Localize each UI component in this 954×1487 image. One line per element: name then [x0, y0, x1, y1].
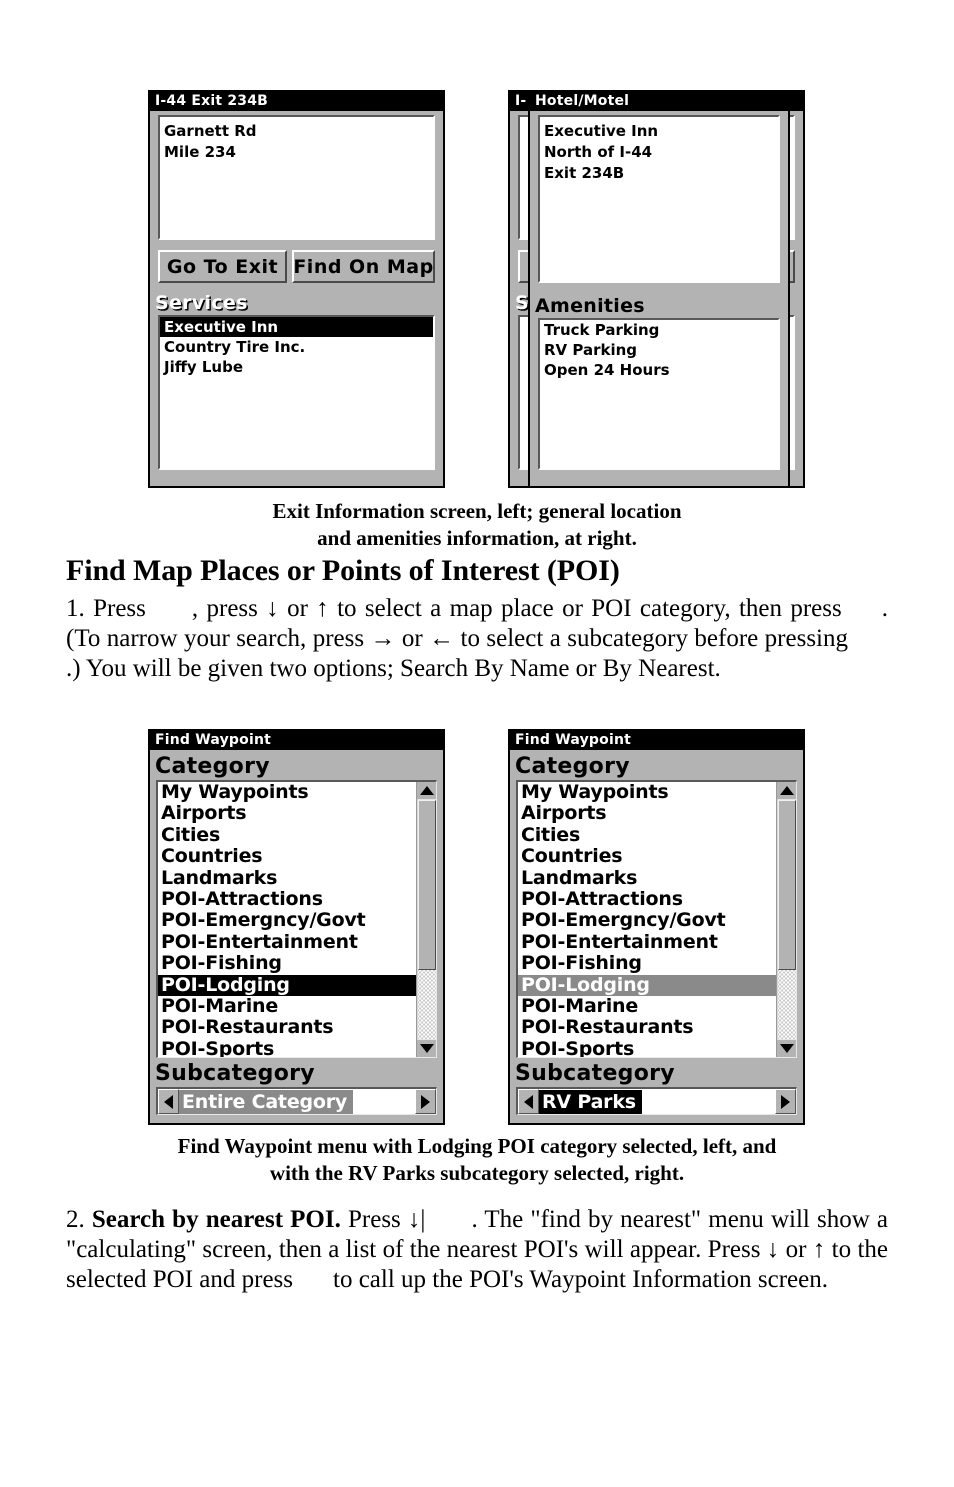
scroll-down-arrow-icon[interactable] [777, 1040, 796, 1057]
paragraph-find-poi: 1. Press , press ↓ or ↑ to select a map p… [66, 594, 888, 684]
services-list[interactable]: Executive Inn Country Tire Inc. Jiffy Lu… [158, 315, 435, 470]
category-list-item[interactable]: POI-Marine [158, 995, 436, 1017]
category-label: Category [510, 753, 803, 780]
subcategory-next-arrow-icon[interactable] [775, 1089, 796, 1114]
find-on-map-button[interactable]: Find On Map [292, 250, 435, 283]
category-list-item-selected[interactable]: POI-Lodging [518, 974, 779, 997]
amenities-section-label: Amenities [530, 294, 788, 318]
para1-part4: .) You will be given two options; Search… [66, 655, 721, 682]
amenity-list-item: Truck Parking [544, 321, 660, 339]
subcategory-next-arrow-icon[interactable] [415, 1089, 436, 1114]
para2-part2: Press ↓| [348, 1206, 426, 1233]
go-to-exit-button[interactable]: Go To Exit [158, 250, 287, 283]
category-list-item[interactable]: Countries [158, 845, 436, 867]
category-label: Category [150, 753, 443, 780]
service-list-item[interactable]: Executive Inn [160, 317, 433, 337]
category-list-item[interactable]: POI-Restaurants [158, 1017, 436, 1039]
category-list-item[interactable]: POI-Emergncy/Govt [158, 910, 436, 932]
category-list-item[interactable]: Cities [518, 824, 796, 846]
subcategory-label: Subcategory [510, 1060, 803, 1087]
para2-part1: 2. [66, 1206, 85, 1233]
category-list-item[interactable]: POI-Fishing [158, 952, 436, 974]
amenity-list-item: Open 24 Hours [544, 361, 670, 379]
exit-info-line: Garnett Rd [164, 122, 257, 140]
category-scrollbar[interactable] [776, 782, 796, 1057]
category-list-item[interactable]: Cities [158, 824, 436, 846]
exit-info-line: Mile 234 [164, 143, 236, 161]
hotel-motel-titlebar: Hotel/Motel [530, 92, 788, 111]
figure1-caption-line2: and amenities information, at right. [317, 526, 637, 550]
category-list-item[interactable]: Landmarks [518, 867, 796, 889]
hotel-motel-detail-screen: Hotel/Motel Executive Inn North of I-44 … [528, 90, 790, 488]
para2-bold-lead: Search by nearest POI. [91, 1206, 341, 1233]
category-listbox[interactable]: My Waypoints Airports Cities Countries L… [516, 780, 797, 1058]
figure1-caption-line1: Exit Information screen, left; general l… [272, 499, 682, 523]
category-list-item[interactable]: POI-Sports [158, 1038, 436, 1057]
hotel-info-line: Exit 234B [544, 164, 625, 182]
category-list-item[interactable]: POI-Marine [518, 995, 796, 1017]
find-waypoint-titlebar: Find Waypoint [150, 731, 443, 750]
category-list-item[interactable]: POI-Entertainment [158, 931, 436, 953]
service-list-item[interactable]: Jiffy Lube [160, 357, 433, 377]
subcategory-prev-arrow-icon[interactable] [158, 1089, 179, 1114]
subcategory-prev-arrow-icon[interactable] [518, 1089, 539, 1114]
category-list-item-selected[interactable]: POI-Lodging [158, 974, 419, 997]
amenity-list-item: RV Parking [544, 341, 638, 359]
category-listbox[interactable]: My Waypoints Airports Cities Countries L… [156, 780, 437, 1058]
exit-screen-titlebar: I-44 Exit 234B [150, 92, 443, 111]
find-waypoint-screen-right: Find Waypoint Category My Waypoints Airp… [508, 729, 805, 1125]
para2-part4: to call up the POI's Waypoint Informatio… [333, 1266, 828, 1293]
scrollbar-thumb[interactable] [418, 800, 436, 970]
scroll-down-arrow-icon[interactable] [417, 1040, 436, 1057]
category-list-item[interactable]: My Waypoints [158, 782, 436, 803]
category-list-item[interactable]: POI-Attractions [158, 888, 436, 910]
scroll-up-arrow-icon[interactable] [777, 782, 796, 799]
subcategory-label: Subcategory [150, 1060, 443, 1087]
amenities-list: Truck Parking RV Parking Open 24 Hours [538, 318, 780, 470]
category-list-item[interactable]: POI-Emergncy/Govt [518, 910, 796, 932]
subcategory-spinner[interactable]: Entire Category [156, 1087, 437, 1115]
figure2-caption-line2: with the RV Parks subcategory selected, … [269, 1161, 685, 1185]
find-waypoint-titlebar: Find Waypoint [510, 731, 803, 750]
category-list-item[interactable]: POI-Entertainment [518, 931, 796, 953]
section-heading: Find Map Places or Points of Interest (P… [66, 554, 620, 587]
category-list-item[interactable]: POI-Attractions [518, 888, 796, 910]
exit-info-field: Garnett Rd Mile 234 [158, 115, 435, 240]
category-list-item[interactable]: Airports [158, 802, 436, 824]
para1-part1: 1. Press [66, 595, 146, 622]
category-list-item[interactable]: POI-Fishing [518, 952, 796, 974]
scroll-up-arrow-icon[interactable] [417, 782, 436, 799]
hotel-info-line: North of I-44 [544, 143, 653, 161]
hotel-info-field: Executive Inn North of I-44 Exit 234B [538, 115, 780, 283]
figure2-caption: Find Waypoint menu with Lodging POI cate… [77, 1133, 877, 1187]
para1-part2: , press ↓ or ↑ to select a map place or … [191, 595, 842, 622]
category-list-item[interactable]: My Waypoints [518, 782, 796, 803]
category-list-item[interactable]: Landmarks [158, 867, 436, 889]
category-list-item[interactable]: POI-Sports [518, 1038, 796, 1057]
subcategory-value-wrap[interactable]: Entire Category [179, 1089, 415, 1114]
figure1-caption: Exit Information screen, left; general l… [77, 498, 877, 552]
figure2-caption-line1: Find Waypoint menu with Lodging POI cate… [177, 1134, 777, 1158]
category-scrollbar[interactable] [416, 782, 436, 1057]
category-list-item[interactable]: POI-Restaurants [518, 1017, 796, 1039]
service-list-item[interactable]: Country Tire Inc. [160, 337, 433, 357]
subcategory-value[interactable]: RV Parks [539, 1089, 642, 1114]
services-section-label: Services [150, 291, 443, 315]
exit-information-screen: I-44 Exit 234B Garnett Rd Mile 234 Go To… [148, 90, 445, 488]
category-list-item[interactable]: Countries [518, 845, 796, 867]
subcategory-value[interactable]: Entire Category [179, 1089, 354, 1114]
find-waypoint-screen-left: Find Waypoint Category My Waypoints Airp… [148, 729, 445, 1125]
subcategory-value-wrap[interactable]: RV Parks [539, 1089, 775, 1114]
scrollbar-thumb[interactable] [778, 800, 796, 970]
subcategory-spinner[interactable]: RV Parks [516, 1087, 797, 1115]
paragraph-search-nearest: 2. Search by nearest POI. Press ↓|. The … [66, 1205, 888, 1295]
category-list-item[interactable]: Airports [518, 802, 796, 824]
hotel-info-line: Executive Inn [544, 122, 659, 140]
